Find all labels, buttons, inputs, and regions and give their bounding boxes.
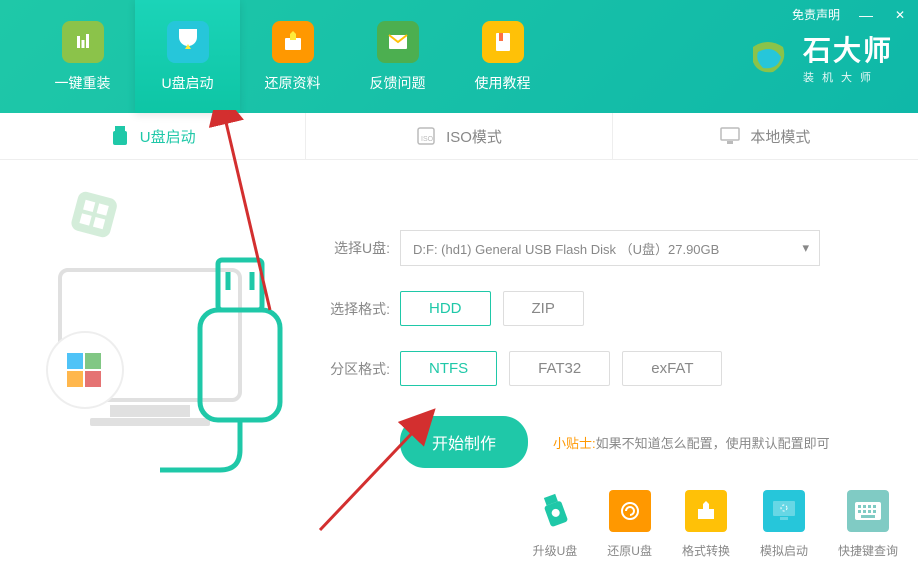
- chevron-down-icon: ▾: [802, 240, 809, 256]
- partition-label: 分区格式:: [320, 359, 390, 379]
- tab-local-mode[interactable]: 本地模式: [613, 113, 918, 159]
- nav-label: U盘启动: [161, 73, 213, 93]
- nav-label: 一键重装: [55, 73, 111, 93]
- tool-label: 快捷键查询: [838, 542, 898, 559]
- mode-tabs: U盘启动 ISO ISO模式 本地模式: [0, 113, 918, 160]
- close-button[interactable]: ✕: [892, 8, 908, 22]
- nav-usb-boot[interactable]: U盘启动: [135, 0, 240, 113]
- logo-title: 石大师: [803, 29, 893, 69]
- tool-format-convert[interactable]: 格式转换: [682, 490, 730, 559]
- hotkey-icon: [847, 490, 889, 532]
- partition-opt-ntfs[interactable]: NTFS: [400, 351, 497, 386]
- main-nav: 一键重装 U盘启动 还原资料 反馈问题 使用教程: [0, 0, 743, 113]
- tab-label: ISO模式: [446, 126, 502, 147]
- nav-label: 还原资料: [265, 73, 321, 93]
- usb-icon: [110, 126, 130, 146]
- simulate-boot-icon: [763, 490, 805, 532]
- nav-feedback[interactable]: 反馈问题: [345, 0, 450, 113]
- tip-text: 如果不知道怎么配置，使用默认配置即可: [596, 436, 830, 451]
- format-label: 选择格式:: [320, 299, 390, 319]
- usb-boot-icon: [167, 21, 209, 63]
- local-icon: [720, 126, 740, 146]
- tool-hotkey-query[interactable]: 快捷键查询: [838, 490, 898, 559]
- disclaimer-link[interactable]: 免责声明: [792, 6, 840, 23]
- nav-restore[interactable]: 还原资料: [240, 0, 345, 113]
- tab-usb-boot[interactable]: U盘启动: [0, 113, 306, 159]
- reinstall-icon: [62, 21, 104, 63]
- svg-text:ISO: ISO: [421, 136, 434, 143]
- illustration: [0, 160, 310, 579]
- tool-label: 升级U盘: [533, 542, 578, 559]
- select-usb-label: 选择U盘:: [320, 238, 390, 258]
- tool-restore-usb[interactable]: 还原U盘: [607, 490, 652, 559]
- upgrade-usb-icon: [534, 490, 576, 532]
- logo-subtitle: 装机大师: [803, 69, 893, 85]
- restore-icon: [272, 21, 314, 63]
- nav-reinstall[interactable]: 一键重装: [30, 0, 135, 113]
- partition-opt-fat32[interactable]: FAT32: [509, 351, 610, 386]
- feedback-icon: [377, 21, 419, 63]
- format-opt-zip[interactable]: ZIP: [503, 291, 584, 326]
- restore-usb-icon: [609, 490, 651, 532]
- iso-icon: ISO: [416, 126, 436, 146]
- nav-label: 使用教程: [475, 73, 531, 93]
- tab-label: U盘启动: [140, 126, 196, 147]
- tab-iso-mode[interactable]: ISO ISO模式: [306, 113, 612, 159]
- tool-label: 模拟启动: [760, 542, 808, 559]
- tool-label: 格式转换: [682, 542, 730, 559]
- tool-simulate-boot[interactable]: 模拟启动: [760, 490, 808, 559]
- nav-label: 反馈问题: [370, 73, 426, 93]
- minimize-button[interactable]: —: [858, 7, 874, 23]
- tip-label: 小贴士:: [553, 436, 596, 451]
- tip: 小贴士:如果不知道怎么配置，使用默认配置即可: [553, 433, 830, 452]
- format-convert-icon: [685, 490, 727, 532]
- usb-select-dropdown[interactable]: D:F: (hd1) General USB Flash Disk （U盘）27…: [400, 230, 820, 266]
- start-create-button[interactable]: 开始制作: [400, 416, 528, 468]
- tutorial-icon: [482, 21, 524, 63]
- tool-label: 还原U盘: [607, 542, 652, 559]
- nav-tutorial[interactable]: 使用教程: [450, 0, 555, 113]
- logo-icon: [743, 32, 793, 82]
- partition-opt-exfat[interactable]: exFAT: [622, 351, 722, 386]
- bottom-tools: 升级U盘 还原U盘 格式转换 模拟启动 快捷键查询: [533, 490, 898, 559]
- tool-upgrade-usb[interactable]: 升级U盘: [533, 490, 578, 559]
- usb-select-value: D:F: (hd1) General USB Flash Disk （U盘）27…: [413, 239, 719, 258]
- format-opt-hdd[interactable]: HDD: [400, 291, 491, 326]
- tab-label: 本地模式: [750, 126, 810, 147]
